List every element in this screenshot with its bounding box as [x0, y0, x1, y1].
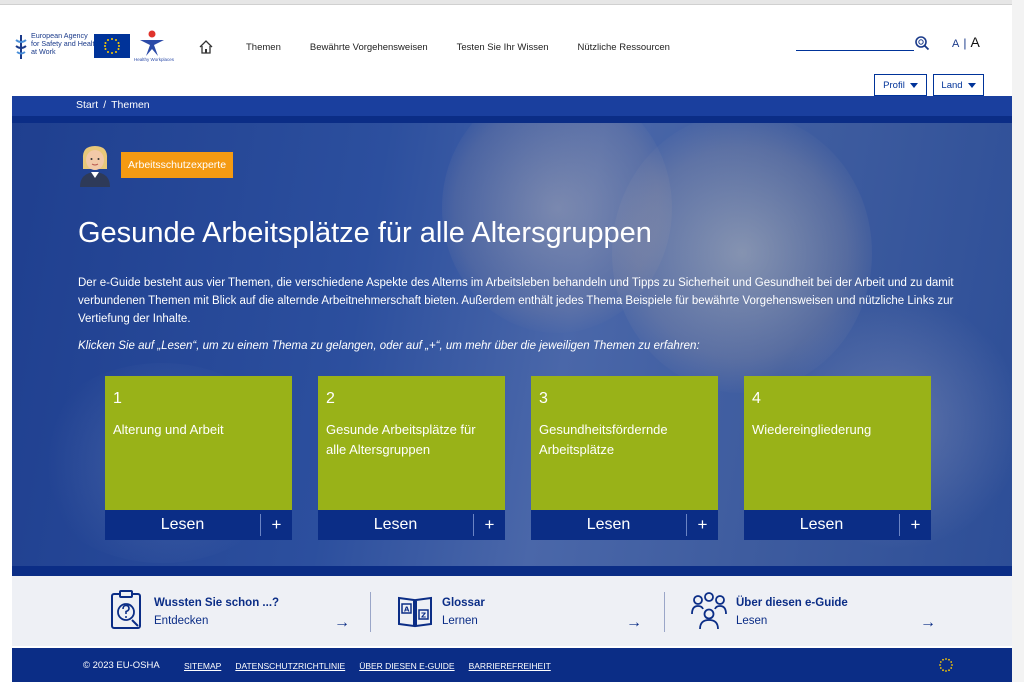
profile-badge: Arbeitsschutzexperte [121, 152, 234, 178]
expert-avatar-icon [80, 146, 110, 187]
info-subtitle[interactable]: Lernen [442, 615, 478, 627]
eu-osha-logo[interactable]: European Agency for Safety and Health at… [14, 32, 99, 64]
country-dropdown-label: Land [941, 79, 963, 91]
topic-card-actions: Lesen + [105, 510, 292, 540]
info-subtitle[interactable]: Lesen [736, 615, 767, 627]
healthy-workplaces-icon [140, 30, 164, 56]
instruction-text: Klicken Sie auf „Lesen“, um zu einem The… [78, 340, 700, 352]
svg-text:A: A [404, 606, 410, 614]
topic-card-face[interactable]: 1 Alterung und Arbeit [105, 376, 292, 510]
page-title: Gesunde Arbeitsplätze für alle Altersgru… [78, 217, 652, 249]
page-edge [1012, 0, 1024, 682]
eu-flag-icon [94, 34, 130, 58]
info-title: Glossar [442, 597, 485, 609]
read-button[interactable]: Lesen [318, 510, 473, 540]
site-header: European Agency for Safety and Health at… [12, 18, 1012, 98]
nav-bewaehrte-vorgehensweisen[interactable]: Bewährte Vorgehensweisen [310, 42, 428, 53]
arrow-right-icon[interactable]: → [334, 614, 350, 632]
expand-plus-button[interactable]: + [687, 510, 718, 540]
topic-card-4: 4 Wiedereingliederung Lesen + [744, 376, 931, 540]
arrow-right-icon[interactable]: → [920, 614, 936, 632]
main-navigation: Themen Bewährte Vorgehensweisen Testen S… [246, 42, 670, 53]
topic-number: 2 [326, 390, 335, 407]
breadcrumb-start[interactable]: Start [76, 99, 98, 111]
breadcrumb-themen[interactable]: Themen [111, 99, 150, 111]
intro-text: Der e-Guide besteht aus vier Themen, die… [78, 277, 954, 325]
info-title: Über diesen e-Guide [736, 597, 848, 609]
topic-title: Wiedereingliederung [752, 422, 872, 437]
topic-title: Gesundheitsfördernde Arbeitsplätze [539, 422, 668, 457]
topic-card-face[interactable]: 3 Gesundheitsfördernde Arbeitsplätze [531, 376, 718, 510]
font-size-separator: | [963, 36, 967, 50]
font-size-large-button[interactable]: A [970, 34, 979, 50]
eu-osha-mark-icon [15, 35, 27, 59]
eu-osha-logo-text: European Agency for Safety and Health at… [31, 32, 99, 56]
chevron-down-icon [967, 82, 976, 88]
nav-themen[interactable]: Themen [246, 42, 281, 53]
expand-plus-button[interactable]: + [474, 510, 505, 540]
top-rule [0, 0, 1024, 5]
people-group-icon [691, 592, 727, 630]
info-subtitle[interactable]: Entdecken [154, 615, 208, 627]
breadcrumb-separator: / [103, 99, 107, 111]
topic-card-face[interactable]: 4 Wiedereingliederung [744, 376, 931, 510]
arrow-right-icon[interactable]: → [626, 614, 642, 632]
svg-text:Z: Z [421, 612, 426, 620]
footer-link-sitemap[interactable]: SITEMAP [184, 661, 221, 671]
did-you-know-link[interactable]: Wussten Sie schon ...? Entdecken → [108, 588, 358, 636]
search-icon[interactable] [914, 35, 930, 51]
eu-stars-icon [939, 658, 953, 672]
topic-title: Alterung und Arbeit [113, 422, 224, 437]
footer-links: SITEMAP DATENSCHUTZRICHTLINIE ÜBER DIESE… [184, 661, 565, 671]
about-guide-link[interactable]: Über diesen e-Guide Lesen → [690, 588, 940, 636]
search-input[interactable] [796, 34, 914, 50]
footer-link-accessibility[interactable]: BARRIEREFREIHEIT [469, 661, 551, 671]
font-size-switcher: A | A [952, 34, 980, 50]
search-box [796, 34, 934, 52]
expand-plus-button[interactable]: + [261, 510, 292, 540]
topic-number: 3 [539, 390, 548, 407]
hero-section: Arbeitsschutzexperte Gesunde Arbeitsplät… [12, 123, 1012, 566]
logo-line-3: at Work [31, 47, 56, 56]
glossary-book-icon: A Z [398, 596, 432, 628]
clipboard-question-icon [111, 590, 141, 629]
expand-plus-button[interactable]: + [900, 510, 931, 540]
info-divider [664, 592, 665, 632]
profile-dropdown[interactable]: Profil [874, 74, 927, 96]
info-links-row: Wussten Sie schon ...? Entdecken → A Z G… [12, 576, 1012, 646]
topic-title: Gesunde Arbeitsplätze für alle Altersgru… [326, 422, 476, 457]
profile-dropdown-label: Profil [883, 79, 905, 91]
topic-card-1: 1 Alterung und Arbeit Lesen + [105, 376, 292, 540]
country-dropdown[interactable]: Land [933, 74, 984, 96]
topic-card-2: 2 Gesunde Arbeitsplätze für alle Altersg… [318, 376, 505, 540]
glossary-link[interactable]: A Z Glossar Lernen → [396, 588, 646, 636]
home-icon[interactable] [198, 39, 214, 55]
hero-bottom-strip [12, 566, 1012, 576]
topic-number: 4 [752, 390, 761, 407]
topic-number: 1 [113, 390, 122, 407]
nav-nuetzliche-ressourcen[interactable]: Nützliche Ressourcen [578, 42, 670, 53]
read-button[interactable]: Lesen [744, 510, 899, 540]
nav-testen-sie-ihr-wissen[interactable]: Testen Sie Ihr Wissen [457, 42, 549, 53]
healthy-workplaces-label: Healthy Workplaces [134, 57, 174, 62]
font-size-small-button[interactable]: A [952, 38, 959, 50]
topic-card-3: 3 Gesundheitsfördernde Arbeitsplätze Les… [531, 376, 718, 540]
topic-card-face[interactable]: 2 Gesunde Arbeitsplätze für alle Altersg… [318, 376, 505, 510]
footer-link-about[interactable]: ÜBER DIESEN E-GUIDE [359, 661, 454, 671]
info-title: Wussten Sie schon ...? [154, 597, 280, 609]
search-underline [796, 50, 914, 51]
read-button[interactable]: Lesen [531, 510, 686, 540]
healthy-workplaces-logo[interactable]: Healthy Workplaces [134, 28, 174, 66]
copyright-text: © 2023 EU-OSHA [83, 660, 160, 671]
topic-card-actions: Lesen + [318, 510, 505, 540]
info-divider [370, 592, 371, 632]
breadcrumb-strip [12, 116, 1012, 123]
topic-card-actions: Lesen + [531, 510, 718, 540]
read-button[interactable]: Lesen [105, 510, 260, 540]
site-footer: © 2023 EU-OSHA SITEMAP DATENSCHUTZRICHTL… [12, 648, 1012, 682]
chevron-down-icon [909, 82, 918, 88]
footer-link-privacy[interactable]: DATENSCHUTZRICHTLINIE [235, 661, 345, 671]
breadcrumb: Start / Themen [12, 96, 1012, 116]
topic-card-actions: Lesen + [744, 510, 931, 540]
